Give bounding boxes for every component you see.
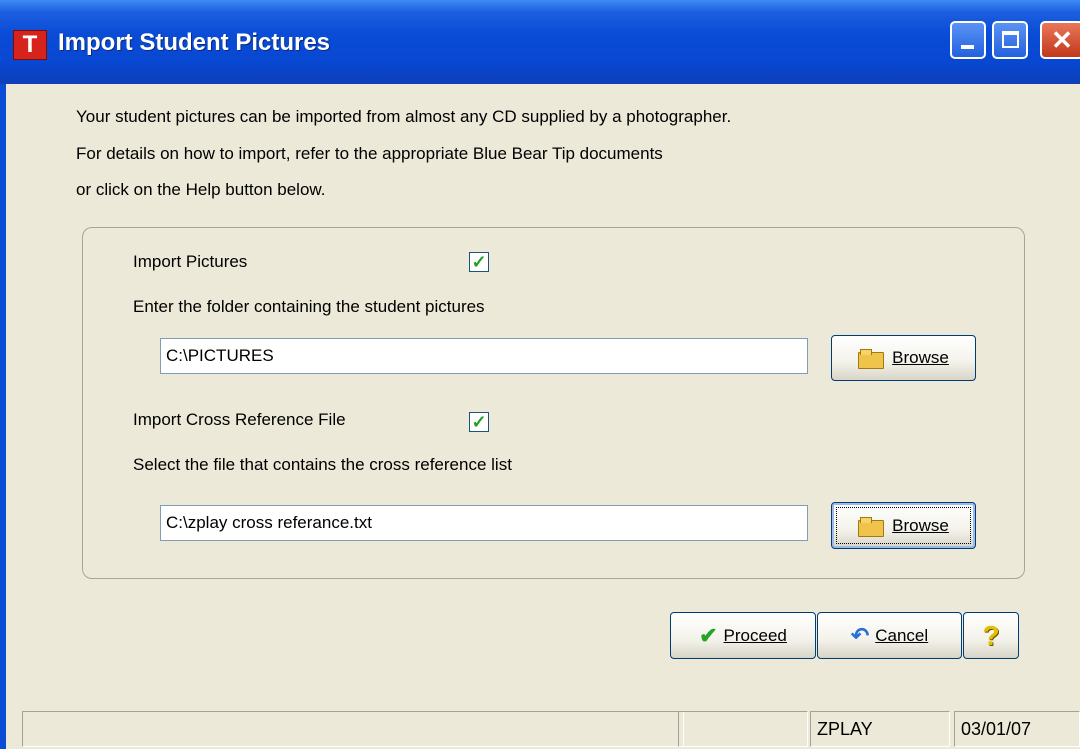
maximize-button[interactable]	[992, 21, 1028, 59]
title-bar[interactable]: T Import Student Pictures ✕	[0, 0, 1080, 84]
maximize-icon	[1002, 31, 1019, 48]
minimize-button[interactable]	[950, 21, 986, 59]
cancel-button[interactable]: ↶ Cancel	[817, 612, 962, 659]
file-prompt-label: Select the file that contains the cross …	[133, 455, 512, 474]
status-bar: ZPLAY 03/01/07	[10, 711, 1080, 749]
help-button[interactable]: ?	[963, 612, 1019, 659]
import-crossref-checkbox[interactable]: ✓	[469, 412, 489, 432]
status-pane-empty	[678, 711, 808, 747]
intro-text-line-1: Your student pictures can be imported fr…	[76, 107, 732, 126]
intro-text-line-3: or click on the Help button below.	[76, 180, 326, 199]
folder-prompt-label: Enter the folder containing the student …	[133, 297, 485, 316]
close-icon: ✕	[1051, 25, 1073, 55]
minimize-icon	[961, 45, 974, 49]
app-icon: T	[13, 30, 47, 60]
folder-icon	[858, 349, 885, 369]
checkmark-icon: ✔	[699, 622, 718, 648]
question-mark-icon: ?	[982, 619, 1000, 651]
window-title: Import Student Pictures	[58, 29, 331, 56]
checkmark-icon: ✓	[471, 252, 487, 272]
crossref-file-input[interactable]: C:\zplay cross referance.txt	[160, 505, 808, 541]
import-pictures-checkbox[interactable]: ✓	[469, 252, 489, 272]
focus-rectangle	[836, 507, 971, 544]
browse-folder-button[interactable]: Browse	[831, 335, 976, 381]
folder-icon	[858, 516, 885, 537]
close-button[interactable]: ✕	[1040, 21, 1080, 59]
window-border	[0, 84, 6, 749]
status-pane-date: 03/01/07	[954, 711, 1080, 747]
browse-file-button[interactable]: Browse	[831, 502, 976, 549]
proceed-button[interactable]: ✔ Proceed	[670, 612, 816, 659]
status-pane-message	[22, 711, 684, 747]
import-crossref-label: Import Cross Reference File	[133, 410, 346, 429]
pictures-folder-input[interactable]: C:\PICTURES	[160, 338, 808, 374]
undo-arrow-icon: ↶	[850, 622, 870, 648]
import-pictures-label: Import Pictures	[133, 252, 248, 271]
import-student-pictures-window: T Import Student Pictures ✕ Your student…	[0, 0, 1080, 749]
status-pane-user: ZPLAY	[810, 711, 950, 747]
cancel-label: Cancel	[875, 625, 929, 645]
checkmark-icon: ✓	[471, 412, 487, 432]
browse-folder-label: Browse	[892, 348, 949, 367]
proceed-label: Proceed	[723, 625, 787, 645]
intro-text-line-2: For details on how to import, refer to t…	[76, 144, 663, 163]
